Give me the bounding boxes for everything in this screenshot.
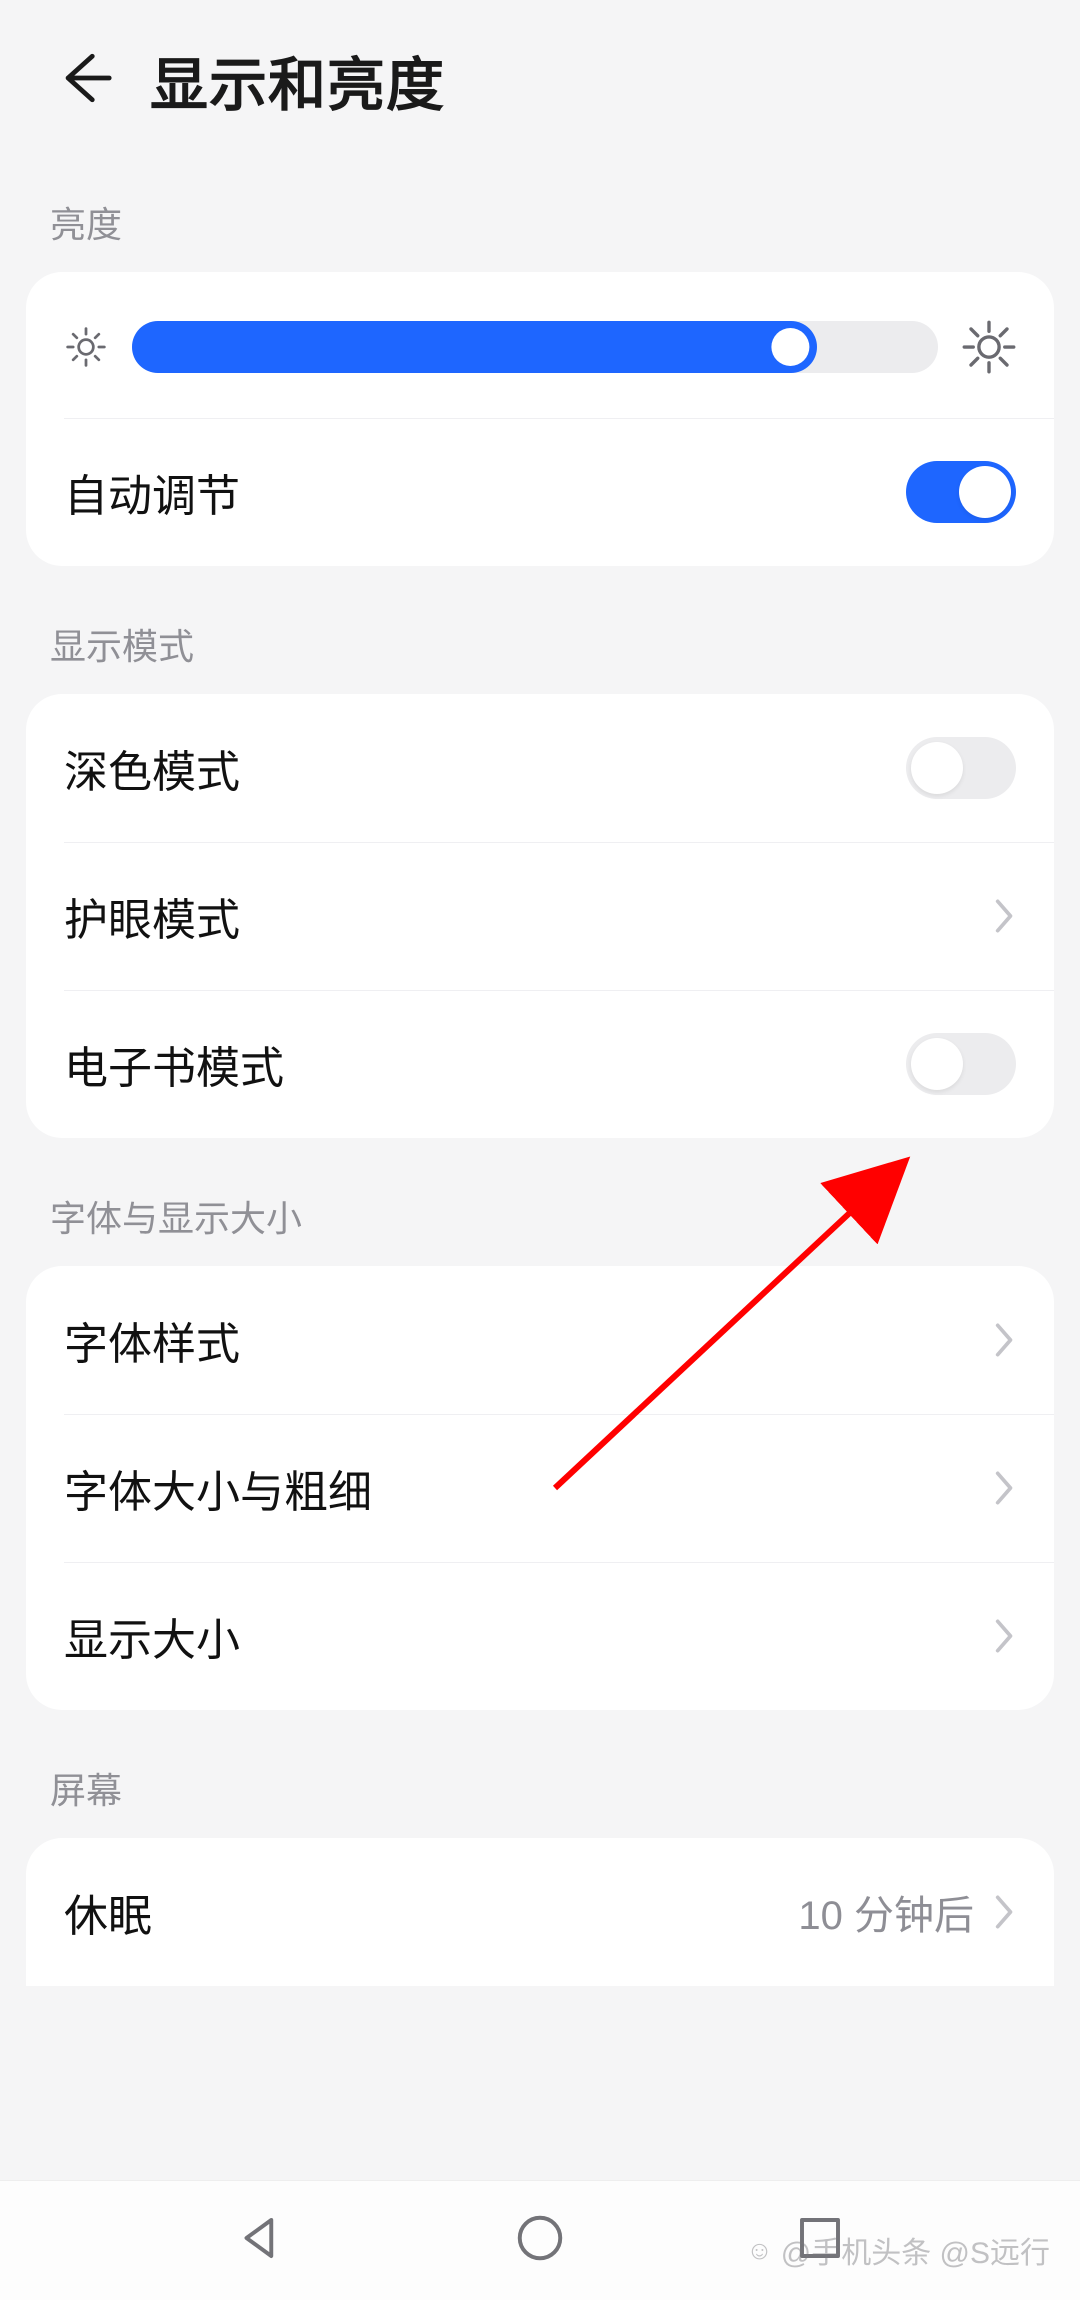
brightness-card: 自动调节: [26, 272, 1054, 566]
chevron-right-icon: [994, 1469, 1016, 1507]
sun-dim-icon: [64, 325, 108, 369]
chevron-right-icon: [994, 897, 1016, 935]
sun-bright-icon: [962, 320, 1016, 374]
auto-brightness-label: 自动调节: [64, 460, 240, 524]
section-label-screen: 屏幕: [0, 1710, 1080, 1838]
display-mode-card: 深色模式 护眼模式 电子书模式: [26, 694, 1054, 1138]
triangle-back-icon: [233, 2211, 287, 2265]
sleep-row[interactable]: 休眠 10 分钟后: [26, 1838, 1054, 1986]
sleep-value: 10 分钟后: [798, 1883, 974, 1941]
ebook-mode-row[interactable]: 电子书模式: [26, 990, 1054, 1138]
nav-home-button[interactable]: [513, 2211, 567, 2270]
section-label-brightness: 亮度: [0, 152, 1080, 272]
font-style-row[interactable]: 字体样式: [26, 1266, 1054, 1414]
display-size-label: 显示大小: [64, 1604, 240, 1668]
font-size-weight-row[interactable]: 字体大小与粗细: [26, 1414, 1054, 1562]
circle-home-icon: [513, 2211, 567, 2265]
eye-care-row[interactable]: 护眼模式: [26, 842, 1054, 990]
back-button[interactable]: [56, 49, 114, 112]
display-size-row[interactable]: 显示大小: [26, 1562, 1054, 1710]
brightness-slider-row: [26, 272, 1054, 418]
page-title: 显示和亮度: [150, 38, 445, 122]
back-arrow-icon: [56, 49, 114, 107]
ebook-mode-toggle[interactable]: [906, 1033, 1016, 1095]
dark-mode-row[interactable]: 深色模式: [26, 694, 1054, 842]
chevron-right-icon: [994, 1617, 1016, 1655]
font-style-label: 字体样式: [64, 1308, 240, 1372]
font-size-weight-label: 字体大小与粗细: [64, 1456, 372, 1520]
nav-back-button[interactable]: [233, 2211, 287, 2270]
eye-care-label: 护眼模式: [64, 884, 240, 948]
header: 显示和亮度: [0, 0, 1080, 152]
dark-mode-toggle[interactable]: [906, 737, 1016, 799]
brightness-slider[interactable]: [132, 321, 938, 373]
chevron-right-icon: [994, 1321, 1016, 1359]
section-label-font-display: 字体与显示大小: [0, 1138, 1080, 1266]
ebook-mode-label: 电子书模式: [64, 1032, 284, 1096]
screen-card: 休眠 10 分钟后: [26, 1838, 1054, 1986]
font-display-card: 字体样式 字体大小与粗细 显示大小: [26, 1266, 1054, 1710]
auto-brightness-toggle[interactable]: [906, 461, 1016, 523]
chevron-right-icon: [994, 1893, 1016, 1931]
section-label-display-mode: 显示模式: [0, 566, 1080, 694]
watermark: ☺ @手机头条 @S远行: [746, 2228, 1050, 2272]
dark-mode-label: 深色模式: [64, 736, 240, 800]
sleep-label: 休眠: [64, 1880, 152, 1944]
auto-brightness-row: 自动调节: [26, 418, 1054, 566]
